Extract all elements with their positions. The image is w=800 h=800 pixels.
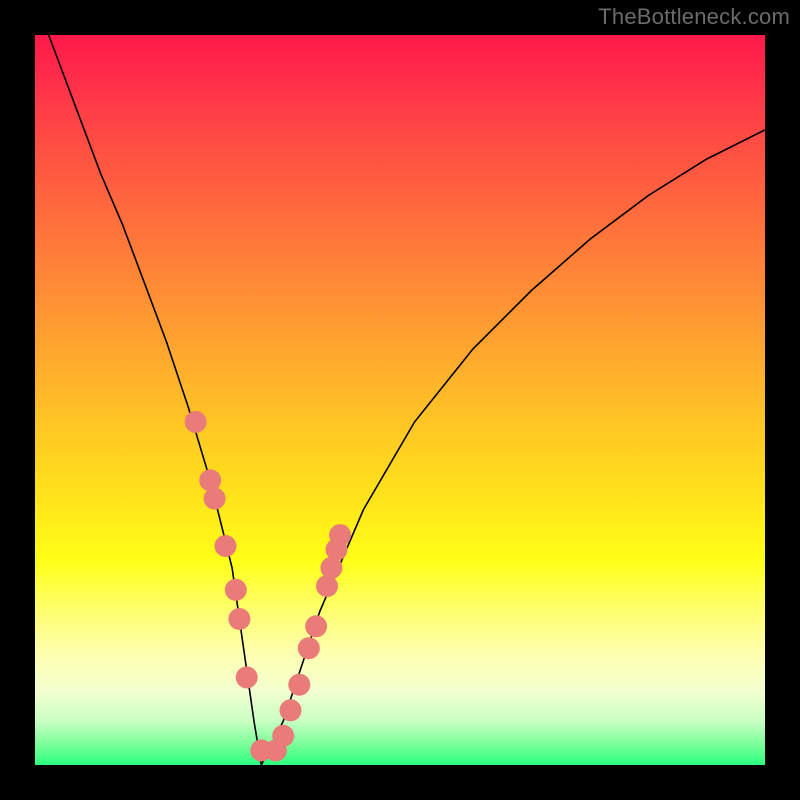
near-min-dot — [288, 674, 310, 696]
near-min-dot — [236, 666, 258, 688]
plot-area — [35, 35, 765, 765]
near-min-dot — [280, 699, 302, 721]
near-min-dot — [320, 557, 342, 579]
near-min-dot — [265, 739, 287, 761]
near-min-dot — [185, 411, 207, 433]
chart-frame: TheBottleneck.com — [0, 0, 800, 800]
near-min-dot — [316, 575, 338, 597]
near-min-dot — [225, 579, 247, 601]
near-min-dot — [215, 535, 237, 557]
near-min-dot — [298, 637, 320, 659]
near-min-dot — [272, 725, 294, 747]
near-min-dot — [199, 469, 221, 491]
near-min-dot — [326, 539, 348, 561]
near-min-dot — [250, 739, 272, 761]
near-min-dot — [228, 608, 250, 630]
near-min-dot — [204, 488, 226, 510]
bottleneck-curve — [35, 35, 765, 765]
near-min-dot — [329, 524, 351, 546]
near-min-dots-group — [185, 411, 352, 762]
curve-svg — [35, 35, 765, 765]
near-min-dot — [305, 615, 327, 637]
watermark-text: TheBottleneck.com — [598, 4, 790, 30]
